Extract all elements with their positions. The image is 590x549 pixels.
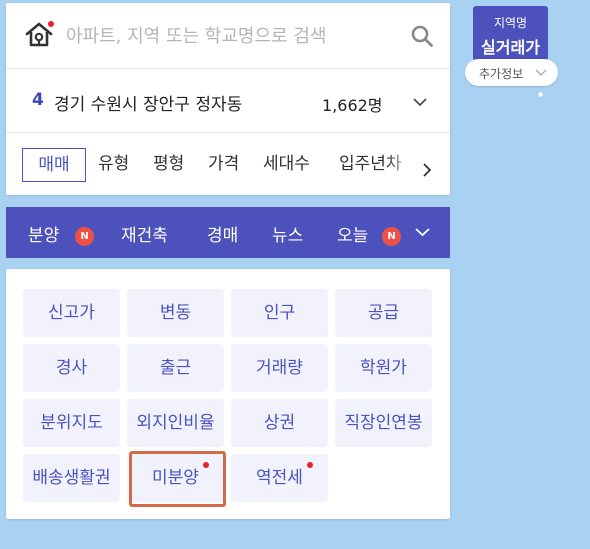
grid-worker-salary[interactable]: 직장인연봉	[335, 399, 432, 447]
new-dot	[203, 462, 209, 468]
menu-news[interactable]: 뉴스	[272, 221, 303, 246]
grid-slope[interactable]: 경사	[23, 344, 120, 392]
grid-commercial-area[interactable]: 상권	[231, 399, 328, 447]
chevron-right-icon[interactable]	[422, 162, 432, 178]
filter-price[interactable]: 가격	[208, 148, 239, 182]
region-name: 경기 수원시 장안구 정자동	[54, 95, 243, 115]
grid-supply[interactable]: 공급	[335, 289, 432, 337]
menu-presale[interactable]: 분양	[28, 221, 59, 246]
grid-new-high-price[interactable]: 신고가	[23, 289, 120, 337]
map-marker-dot	[538, 92, 543, 97]
grid-delivery-zone[interactable]: 배송생활권	[23, 454, 120, 502]
category-menu-bar: 분양 N 재건축 경매 뉴스 오늘 N	[6, 207, 450, 258]
region-name-label: 지역명	[493, 16, 528, 30]
region-population: 1,662명	[322, 96, 383, 115]
search-bar	[6, 3, 450, 69]
chevron-down-icon	[535, 69, 547, 76]
new-dot	[307, 462, 313, 468]
extra-info-label: 추가정보	[479, 67, 524, 81]
new-badge: N	[75, 227, 94, 246]
extra-info-dropdown[interactable]: 추가정보	[465, 59, 558, 86]
search-input[interactable]	[66, 21, 366, 51]
chevron-down-icon[interactable]	[412, 96, 428, 108]
home-logo-icon[interactable]	[24, 20, 54, 50]
feature-grid-panel: 신고가 변동 인구 공급 경사 출근 거래량 학원가 분위지도 외지인비율 상권…	[6, 269, 450, 519]
region-selector[interactable]: 4 경기 수원시 장안구 정자동 1,662명	[6, 70, 450, 133]
filter-tabs: 매매 유형 평형 가격 세대수 입주년차	[6, 134, 450, 195]
search-icon[interactable]	[410, 24, 434, 48]
grid-academy-district[interactable]: 학원가	[335, 344, 432, 392]
grid-distribution-map[interactable]: 분위지도	[23, 399, 120, 447]
grid-commute[interactable]: 출근	[127, 344, 224, 392]
real-price-label: 실거래가	[481, 38, 540, 57]
chevron-down-icon[interactable]	[414, 226, 431, 238]
new-badge: N	[382, 227, 401, 246]
menu-auction[interactable]: 경매	[207, 221, 238, 246]
filter-sale[interactable]: 매매	[22, 148, 86, 182]
search-panel: 4 경기 수원시 장안구 정자동 1,662명 매매 유형 평형 가격 세대수 …	[6, 3, 450, 195]
region-count: 4	[32, 90, 44, 110]
grid-transaction-volume[interactable]: 거래량	[231, 344, 328, 392]
filter-type[interactable]: 유형	[98, 148, 129, 182]
grid-outsider-ratio[interactable]: 외지인비율	[127, 399, 224, 447]
grid-reverse-jeonse[interactable]: 역전세	[231, 454, 328, 502]
menu-today[interactable]: 오늘	[337, 221, 368, 246]
region-price-card[interactable]: 지역명 실거래가	[473, 6, 548, 61]
grid-unsold[interactable]: 미분양	[127, 454, 224, 502]
menu-reconstruction[interactable]: 재건축	[121, 221, 168, 246]
filter-size[interactable]: 평형	[153, 148, 184, 182]
grid-change[interactable]: 변동	[127, 289, 224, 337]
grid-population[interactable]: 인구	[231, 289, 328, 337]
filter-households[interactable]: 세대수	[263, 148, 310, 182]
